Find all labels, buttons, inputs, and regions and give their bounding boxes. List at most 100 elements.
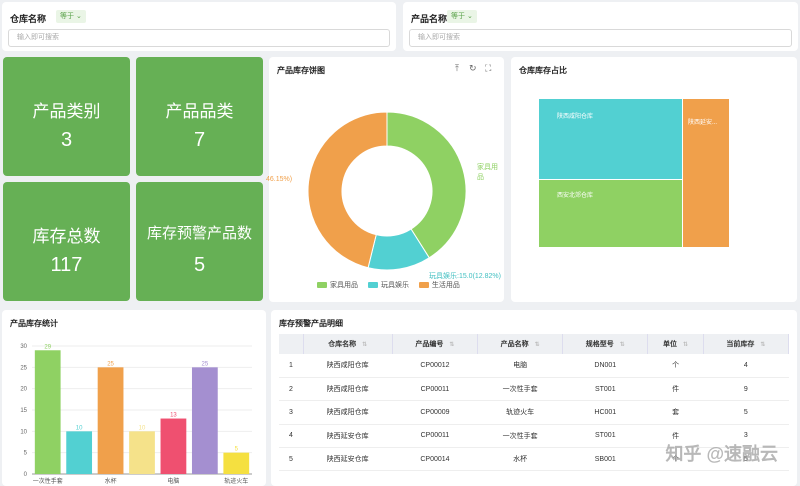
- kpi-value: 3: [60, 129, 73, 151]
- sort-icon[interactable]: ⇅: [620, 342, 625, 348]
- bar-value-label: 29: [44, 344, 51, 350]
- bar[interactable]: [34, 350, 61, 474]
- table-cell: 3: [279, 400, 303, 425]
- table-cell: CP00009: [392, 400, 478, 425]
- bar-value-label: 25: [202, 361, 209, 367]
- kpi-label: 库存预警产品数: [146, 225, 252, 242]
- column-header[interactable]: 仓库名称 ⇅: [303, 334, 393, 354]
- kpi-value: 117: [50, 254, 83, 276]
- kpi-label: 产品类别: [32, 102, 101, 121]
- column-header[interactable]: 单位 ⇅: [647, 334, 704, 354]
- y-tick-label: 30: [20, 344, 27, 350]
- table-cell: HC001: [562, 400, 648, 425]
- treemap-label: 陕西咸阳仓库: [557, 114, 594, 120]
- table-cell: 一次性手套: [477, 424, 563, 449]
- treemap-cell[interactable]: 西安北郊仓库: [539, 180, 682, 247]
- table-cell: 一次性手套: [477, 377, 563, 402]
- kpi-card-warning-count: 库存预警产品数 5: [136, 182, 263, 301]
- table-cell: 件: [647, 377, 704, 402]
- operator-dropdown[interactable]: 等于 ⌄: [56, 10, 86, 23]
- column-header[interactable]: 产品编号 ⇅: [392, 334, 479, 354]
- legend-swatch: [418, 282, 429, 289]
- table-row[interactable]: 1 陕西咸阳仓库 CP00012 电脑 DN001 个 4: [279, 354, 789, 378]
- y-tick-label: 20: [20, 387, 27, 393]
- filter-panel-product: 产品名称 等于 ⌄ 输入即可搜索: [403, 2, 798, 51]
- chevron-down-icon: ⌄: [466, 13, 473, 20]
- table-cell: CP00011: [392, 377, 478, 402]
- column-header[interactable]: 规格型号 ⇅: [562, 334, 649, 354]
- bar-value-label: 13: [170, 413, 177, 419]
- pie-legend: 家具用品 玩具娱乐 生活用品: [317, 280, 460, 290]
- watermark: 知乎 @速融云: [665, 444, 778, 464]
- pie-chart-panel: 产品库存饼图 ⤒ ↻ ⛶ 46.15%) 家具用品 玩具娱乐:15.0(12.8…: [266, 57, 504, 302]
- pie-label-right: 家具用品: [477, 164, 498, 181]
- bar[interactable]: [160, 418, 187, 474]
- chevron-down-icon: ⌄: [75, 13, 82, 20]
- bar-value-label: 10: [76, 425, 83, 431]
- table-cell: 水杯: [477, 447, 563, 472]
- treemap-label: 陕西延安...: [688, 120, 718, 126]
- x-tick-label: 电脑: [167, 477, 179, 485]
- table-cell: 套: [647, 400, 704, 425]
- table-cell: 陕西延安仓库: [303, 424, 393, 449]
- table-cell: 4: [703, 354, 789, 378]
- bar[interactable]: [129, 431, 155, 474]
- table-cell: ST001: [562, 424, 648, 449]
- kpi-card-variety: 产品品类 7: [136, 57, 263, 176]
- sort-icon[interactable]: ⇅: [362, 342, 367, 348]
- table-cell: 4: [279, 424, 303, 449]
- bar[interactable]: [66, 431, 93, 474]
- legend-item[interactable]: 玩具娱乐: [367, 282, 409, 289]
- table-row[interactable]: 3 陕西咸阳仓库 CP00009 轨迹火车 HC001 套 5: [279, 400, 789, 425]
- table-cell: 2: [279, 377, 303, 402]
- legend-item[interactable]: 生活用品: [418, 282, 460, 289]
- kpi-value: 5: [193, 254, 206, 276]
- x-tick-label: 一次性手套: [33, 477, 63, 485]
- warehouse-search-input[interactable]: 输入即可搜索: [8, 29, 390, 47]
- table-cell: ST001: [562, 377, 648, 402]
- sort-icon[interactable]: ⇅: [683, 342, 688, 348]
- pie-label-left: 46.15%): [266, 176, 293, 183]
- table-cell: CP00014: [392, 447, 478, 472]
- y-tick-label: 10: [20, 429, 27, 435]
- bar[interactable]: [223, 452, 250, 474]
- sort-icon[interactable]: ⇅: [449, 342, 454, 348]
- column-header[interactable]: 产品名称 ⇅: [477, 334, 564, 354]
- sort-icon[interactable]: ⇅: [760, 342, 765, 348]
- bar-value-label: 10: [139, 425, 146, 431]
- kpi-card-category: 产品类别 3: [3, 57, 130, 176]
- table-cell: 电脑: [477, 354, 563, 378]
- x-tick-label: 水杯: [105, 477, 117, 485]
- table-row[interactable]: 2 陕西咸阳仓库 CP00011 一次性手套 ST001 件 9: [279, 377, 789, 402]
- panel-title: 仓库库存占比: [519, 66, 567, 75]
- table-header-row: 仓库名称 ⇅ 产品编号 ⇅ 产品名称 ⇅ 规格型号 ⇅ 单位 ⇅ 当前库存 ⇅: [279, 334, 790, 354]
- bar[interactable]: [97, 367, 124, 474]
- operator-dropdown[interactable]: 等于 ⌄: [447, 10, 477, 23]
- treemap-panel: 仓库库存占比 陕西咸阳仓库 西安北郊仓库 陕西延安...: [511, 57, 797, 302]
- bar-chart-panel: 产品库存统计 0 5 10 15 20 25 30 29 一次性手套 10 25 水杯 10 13 电脑 25…: [2, 310, 266, 486]
- table-cell: CP00012: [392, 354, 478, 378]
- sort-icon[interactable]: ⇅: [535, 342, 540, 348]
- table-cell: DN001: [562, 354, 648, 378]
- column-header[interactable]: 当前库存 ⇅: [703, 334, 790, 354]
- bar-value-label: 25: [107, 361, 114, 367]
- kpi-card-total-stock: 库存总数 117: [3, 182, 130, 301]
- y-tick-label: 25: [20, 365, 27, 371]
- treemap-cell[interactable]: 陕西延安...: [683, 99, 729, 247]
- filter-label: 仓库名称: [10, 14, 47, 24]
- y-tick-label: 15: [20, 408, 27, 414]
- treemap-cell[interactable]: 陕西咸阳仓库: [539, 99, 682, 179]
- y-tick-label: 5: [24, 451, 28, 457]
- table-cell: 陕西咸阳仓库: [303, 354, 393, 378]
- bar[interactable]: [191, 367, 218, 474]
- table-cell: 5: [279, 447, 303, 472]
- table-cell: 陕西咸阳仓库: [303, 377, 393, 402]
- kpi-value: 7: [193, 129, 206, 151]
- x-tick-label: 轨迹火车: [224, 477, 248, 485]
- table-cell: 1: [279, 354, 303, 378]
- table-cell: CP00011: [392, 424, 478, 449]
- product-search-input[interactable]: 输入即可搜索: [409, 29, 792, 47]
- legend-item[interactable]: 家具用品: [317, 282, 358, 289]
- filter-panel-warehouse: 仓库名称 等于 ⌄ 输入即可搜索: [2, 2, 396, 51]
- table-cell: 5: [703, 400, 789, 425]
